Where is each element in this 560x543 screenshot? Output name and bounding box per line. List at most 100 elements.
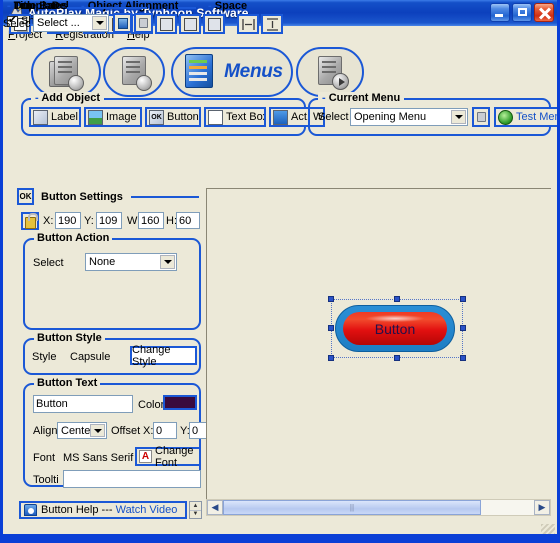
text-align-combo[interactable]: Center: [57, 422, 107, 439]
change-style-button[interactable]: Change Style: [130, 344, 197, 368]
chevron-down-icon[interactable]: [92, 16, 107, 30]
alignment-caption: Object Alignment: [81, 0, 179, 12]
action-combo[interactable]: None: [85, 253, 177, 271]
active-window-icon: [273, 109, 288, 125]
button-object[interactable]: Button: [335, 305, 455, 352]
help-spinner[interactable]: ▲ ▼: [189, 501, 202, 519]
lock-icon: [139, 18, 148, 28]
add-button-button-label: Button: [167, 111, 199, 123]
align-bottom-icon: [207, 17, 221, 31]
hscroll-thumb[interactable]: ||: [223, 500, 481, 515]
chevron-down-icon[interactable]: [90, 424, 105, 437]
label-icon: [33, 109, 48, 125]
button-text-caption: Button Text: [34, 377, 101, 389]
space-horizontal-button[interactable]: [237, 14, 259, 34]
text-color-swatch[interactable]: [163, 395, 197, 410]
templates-lock-button[interactable]: [134, 13, 153, 33]
templates-combo[interactable]: Select ...: [33, 14, 109, 32]
chevron-down-icon[interactable]: [451, 110, 466, 124]
test-menu-button[interactable]: Test Menu: [494, 107, 557, 127]
spinner-up-icon[interactable]: ▲: [190, 502, 201, 511]
help-bar[interactable]: Button Help --- Watch Video: [19, 501, 187, 519]
action-value: None: [89, 256, 116, 268]
resize-handle-ne[interactable]: [460, 296, 466, 302]
templates-value: Select ...: [37, 17, 80, 29]
scroll-right-icon[interactable]: ▶: [534, 500, 550, 515]
current-menu-caption: Current Menu: [318, 92, 405, 104]
project-icon[interactable]: [31, 47, 101, 97]
watch-video-link[interactable]: Watch Video: [116, 504, 178, 516]
page-title: Button Settings: [41, 190, 123, 203]
text-offset-label: Offset: [111, 425, 141, 437]
text-color-label: Color: [138, 399, 165, 411]
lock-icon: [476, 112, 486, 122]
space-vertical-button[interactable]: [261, 14, 283, 34]
minimize-button[interactable]: [490, 3, 510, 22]
ok-button-icon: OK: [149, 109, 164, 125]
button-action-caption: Button Action: [34, 232, 113, 244]
add-object-group: Add Object Label Image OK Button Text Bo…: [21, 92, 325, 136]
add-label-button[interactable]: Label: [29, 107, 81, 127]
image-icon: [88, 109, 103, 125]
divider: [77, 7, 147, 9]
design-canvas[interactable]: Button: [207, 189, 551, 499]
preview-icon[interactable]: [296, 47, 364, 97]
font-label: Font: [33, 452, 56, 464]
close-button[interactable]: [534, 3, 554, 22]
spinner-down-icon[interactable]: ▼: [190, 511, 201, 519]
x-label: X:: [43, 215, 54, 227]
add-image-button[interactable]: Image: [84, 107, 142, 127]
align-middle-v-button[interactable]: [179, 14, 201, 34]
align-top-icon: [159, 17, 173, 31]
add-button-button[interactable]: OK Button: [145, 107, 201, 127]
resize-handle-nw[interactable]: [328, 296, 334, 302]
current-menu-lock-button[interactable]: [472, 107, 490, 127]
button-text-input[interactable]: Button: [33, 395, 133, 413]
change-font-button[interactable]: A Change Font: [135, 445, 201, 469]
style-value: Capsule: [70, 351, 111, 363]
play-icon: [498, 109, 513, 125]
button-text-group: Button Text Button Color Align Center Of…: [23, 377, 211, 488]
divider: [178, 7, 196, 9]
tooltip-label: Toolti: [33, 474, 59, 486]
templates-select-label: Selec: [3, 18, 31, 30]
current-menu-group: Current Menu Select Opening Menu Test Me…: [308, 92, 557, 136]
resize-handle-se[interactable]: [460, 355, 466, 361]
maximize-button[interactable]: [512, 3, 532, 22]
resize-handle-sw[interactable]: [328, 355, 334, 361]
geometry-lock-button[interactable]: [21, 212, 39, 230]
x-input[interactable]: 190: [55, 212, 81, 229]
current-menu-combo[interactable]: Opening Menu: [350, 108, 468, 126]
resize-handle-e[interactable]: [460, 325, 466, 331]
offset-x-input[interactable]: 0: [153, 422, 177, 439]
resize-handle-n[interactable]: [394, 296, 400, 302]
align-top-button[interactable]: [155, 14, 177, 34]
page-play-icon: [310, 53, 350, 91]
scroll-left-icon[interactable]: ◀: [207, 500, 223, 515]
menus-label: Menus: [224, 61, 283, 82]
resize-handle-s[interactable]: [394, 355, 400, 361]
monitor-tools-icon: [114, 53, 154, 91]
hscroll-track[interactable]: ||: [223, 500, 534, 515]
settings-icon[interactable]: [103, 47, 165, 97]
add-textbox-button[interactable]: Text Box: [204, 107, 266, 127]
font-value: MS Sans Serif: [63, 452, 134, 464]
test-menu-label: Test Menu: [516, 111, 557, 123]
align-bottom-button[interactable]: [203, 14, 225, 34]
lock-icon: [24, 212, 38, 229]
w-input[interactable]: 160: [138, 212, 164, 229]
settings-header: OK Button Settings: [17, 188, 123, 205]
folder-wrench-icon: [46, 53, 86, 91]
y-input[interactable]: 109: [96, 212, 122, 229]
text-align-label: Align: [33, 425, 58, 437]
menus-icon[interactable]: Menus: [171, 47, 293, 97]
apply-template-button[interactable]: [113, 13, 132, 33]
current-menu-select-label: Select: [318, 111, 349, 123]
resize-handle-w[interactable]: [328, 325, 334, 331]
h-input[interactable]: 60: [176, 212, 200, 229]
button-style-caption: Button Style: [34, 332, 105, 344]
canvas-hscrollbar[interactable]: ◀ || ▶: [206, 499, 551, 516]
tooltip-input[interactable]: [63, 470, 201, 488]
add-label-button-label: Label: [51, 111, 78, 123]
chevron-down-icon[interactable]: [160, 255, 175, 269]
